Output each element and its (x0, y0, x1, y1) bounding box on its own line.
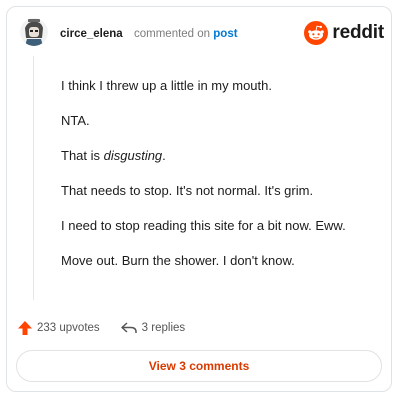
upvote-count: 233 upvotes (37, 322, 100, 334)
comment-meta: commented on post (134, 28, 238, 40)
comment-paragraph: NTA. (61, 113, 90, 128)
comment-footer: 233 upvotes 3 replies (17, 318, 185, 338)
thread-line (33, 56, 34, 300)
user-avatar[interactable] (20, 18, 48, 46)
comment-body: I think I threw up a little in my mouth.… (61, 78, 381, 288)
comment-header: circe_elena commented on post reddit (20, 14, 384, 52)
comment-paragraph: That needs to stop. It's not normal. It'… (61, 183, 314, 198)
reddit-snoo-icon (304, 21, 329, 45)
avatar-illustration (20, 18, 48, 46)
reddit-wordmark: reddit (332, 22, 384, 43)
replies-button[interactable]: 3 replies (120, 320, 185, 336)
comment-paragraph: I think I threw up a little in my mouth. (61, 78, 272, 93)
replies-count: 3 replies (141, 322, 186, 334)
view-comments-button[interactable]: View 3 comments (16, 350, 382, 382)
reply-arrow-icon (120, 322, 137, 333)
action-text: commented on (134, 28, 211, 40)
comment-paragraph: I need to stop reading this site for a b… (61, 218, 346, 233)
username[interactable]: circe_elena (60, 28, 123, 40)
upvote-button[interactable]: 233 upvotes (17, 320, 100, 336)
comment-paragraph: That is disgusting. (61, 148, 166, 163)
reddit-brand[interactable]: reddit (304, 20, 384, 46)
comment-paragraph: Move out. Burn the shower. I don't know. (61, 253, 295, 268)
post-link[interactable]: post (213, 28, 237, 40)
upvote-arrow-icon (18, 321, 32, 335)
